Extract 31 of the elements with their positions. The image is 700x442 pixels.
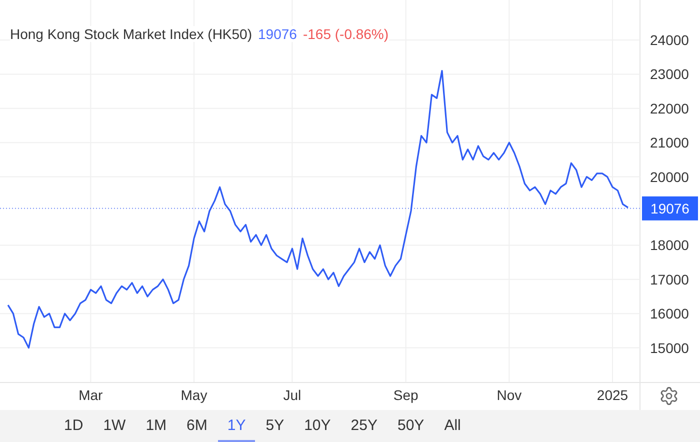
index-name: Hong Kong Stock Market Index (HK50) xyxy=(10,26,252,42)
y-axis-label: 24000 xyxy=(650,32,689,48)
x-axis-label: Jul xyxy=(283,387,302,403)
price-tag: 19076 xyxy=(642,196,698,220)
x-axis-label: Nov xyxy=(496,387,522,403)
range-tab[interactable]: 1D xyxy=(55,410,92,442)
y-axis-label: 18000 xyxy=(650,237,689,254)
range-tab[interactable]: 6M xyxy=(178,410,216,442)
y-axis-label: 20000 xyxy=(650,168,689,185)
y-axis-label: 22000 xyxy=(650,100,689,116)
x-axis-label: Sep xyxy=(393,387,418,403)
index-change: -165 (-0.86%) xyxy=(302,26,389,42)
x-axis-label: May xyxy=(180,387,208,403)
y-axis-label: 23000 xyxy=(650,66,689,82)
range-tab[interactable]: 25Y xyxy=(342,410,386,442)
y-axis-label: 16000 xyxy=(650,306,689,322)
x-axis-label: Mar xyxy=(78,387,103,403)
range-tab[interactable]: 1Y xyxy=(218,410,255,442)
y-axis-label: 15000 xyxy=(650,340,689,356)
range-tab[interactable]: 1M xyxy=(136,410,176,442)
range-tab[interactable]: 1W xyxy=(94,410,135,442)
range-tab[interactable]: 10Y xyxy=(295,410,340,442)
y-axis-label: 21000 xyxy=(650,134,689,151)
ref-line-label: 19076 xyxy=(650,200,690,216)
range-tab[interactable]: 5Y xyxy=(256,410,294,442)
settings-icon[interactable] xyxy=(659,386,679,406)
range-tab[interactable]: All xyxy=(435,410,470,442)
y-axis-label: 17000 xyxy=(650,271,689,288)
range-tab[interactable]: 50Y xyxy=(388,410,434,442)
index-price: 19076 xyxy=(258,26,297,42)
x-axis-label: 2025 xyxy=(596,387,628,403)
